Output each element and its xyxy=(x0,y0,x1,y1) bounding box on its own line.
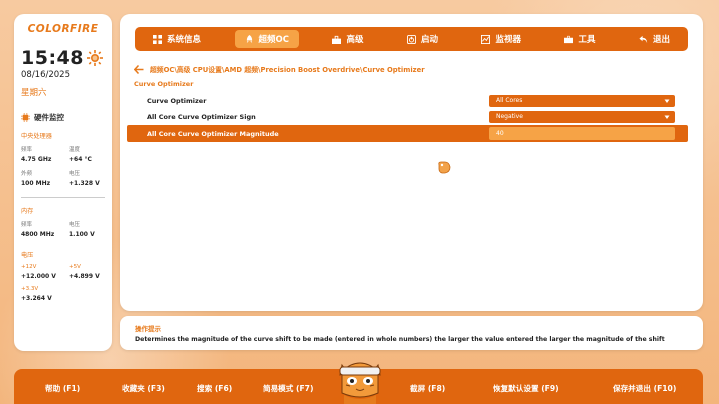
breadcrumb: 超频OC\高级 CPU设置\AMD 超频\Precision Boost Ove… xyxy=(134,64,425,74)
load-defaults-key[interactable]: 恢复默认设置 (F9) xyxy=(493,383,559,394)
v12-value: +12.000 V xyxy=(21,273,56,280)
mem-freq-value: 4800 MHz xyxy=(21,231,55,238)
cpu-temp-label: 温度 xyxy=(69,147,81,153)
cpu-volt-value: +1.328 V xyxy=(69,180,100,187)
cpu-temp-value: +64 °C xyxy=(69,156,92,163)
v12-label: +12V xyxy=(21,264,37,270)
top-navigation: 系统信息 超频OC 高级 启动 监视器 工具 退出 xyxy=(135,27,688,51)
divider xyxy=(21,197,105,198)
voltage-stats: +12V +12.000 V +5V +4.899 V +3.3V +3.264 V xyxy=(21,264,105,302)
brand-logo: COLORFIRE xyxy=(27,23,99,35)
tab-exit[interactable]: 退出 xyxy=(629,30,680,48)
cpu-section-title: 中央处理器 xyxy=(21,133,52,140)
help-text: Determines the magnitude of the curve sh… xyxy=(135,336,665,343)
memory-stats: 频率 4800 MHz 电压 1.100 V xyxy=(21,220,105,238)
curve-optimizer-dropdown[interactable]: All Cores xyxy=(489,94,675,107)
help-key[interactable]: 帮助 (F1) xyxy=(45,383,80,394)
hardware-monitor-title: 硬件监控 xyxy=(34,113,64,122)
briefcase-icon xyxy=(564,35,574,43)
input-value: 40 xyxy=(496,130,504,137)
tab-label: 退出 xyxy=(652,35,670,45)
cpu-freq-label: 频率 xyxy=(21,147,33,153)
cpu-bclk-label: 外频 xyxy=(21,171,33,177)
setting-row-sign[interactable]: All Core Curve Optimizer Sign Negative xyxy=(127,109,688,124)
v5-label: +5V xyxy=(69,264,81,270)
setting-row-magnitude[interactable]: All Core Curve Optimizer Magnitude 40 xyxy=(127,125,688,142)
tab-label: 启动 xyxy=(420,35,438,45)
tab-monitor[interactable]: 监视器 xyxy=(471,30,531,48)
cpu-stats: 频率 4.75 GHz 温度 +64 °C 外频 100 MHz 电压 +1.328 V xyxy=(21,145,105,187)
screenshot-key[interactable]: 截屏 (F8) xyxy=(410,383,445,394)
sign-dropdown[interactable]: Negative xyxy=(489,110,675,123)
mem-freq-label: 频率 xyxy=(21,222,33,228)
toolbox-icon xyxy=(332,35,342,44)
magnitude-input[interactable]: 40 xyxy=(489,127,675,140)
tab-tools[interactable]: 工具 xyxy=(554,30,605,48)
setting-row-curve-optimizer[interactable]: Curve Optimizer All Cores xyxy=(127,93,688,108)
help-title: 操作提示 xyxy=(135,325,161,333)
grid-icon xyxy=(153,34,162,44)
v33-value: +3.264 V xyxy=(21,295,52,302)
rocket-icon xyxy=(246,34,252,43)
tab-label: 工具 xyxy=(578,35,596,45)
caret-down-icon xyxy=(664,99,670,103)
tab-label: 系统信息 xyxy=(167,35,202,45)
return-icon xyxy=(639,35,648,43)
setting-label: All Core Curve Optimizer Sign xyxy=(147,112,256,121)
tiger-mascot-icon xyxy=(330,362,390,404)
clock-weekday: 星期六 xyxy=(21,88,47,98)
back-arrow-icon[interactable] xyxy=(134,64,144,74)
dropdown-value: All Cores xyxy=(496,97,523,104)
v33-label: +3.3V xyxy=(21,286,39,292)
help-panel: 操作提示 Determines the magnitude of the cur… xyxy=(120,316,703,350)
easy-mode-key[interactable]: 简易模式 (F7) xyxy=(263,383,313,394)
clock-time: 15:48 xyxy=(21,47,84,69)
memory-section-title: 内存 xyxy=(21,208,34,215)
cpu-volt-label: 电压 xyxy=(69,171,81,177)
breadcrumb-path: 超频OC\高级 CPU设置\AMD 超频\Precision Boost Ove… xyxy=(150,66,425,74)
sun-icon xyxy=(86,50,103,66)
dropdown-value: Negative xyxy=(496,113,523,120)
tab-oc[interactable]: 超频OC xyxy=(234,30,299,48)
tab-label: 高级 xyxy=(346,35,364,45)
chart-icon xyxy=(481,34,491,44)
caret-down-icon xyxy=(664,115,670,119)
group-title: Curve Optimizer xyxy=(134,80,194,88)
cpu-bclk-value: 100 MHz xyxy=(21,180,51,187)
status-sidebar: COLORFIRE 15:48 08/16/2025 星期六 硬件监控 中央处理… xyxy=(14,14,112,351)
power-icon xyxy=(406,34,416,44)
pointer-cursor-icon xyxy=(438,161,451,174)
tab-advanced[interactable]: 高级 xyxy=(322,30,373,48)
clock-date: 08/16/2025 xyxy=(21,70,70,80)
tab-system-info[interactable]: 系统信息 xyxy=(143,30,211,48)
tab-label: 超频OC xyxy=(258,35,289,45)
save-exit-key[interactable]: 保存并退出 (F10) xyxy=(613,383,676,394)
setting-label: All Core Curve Optimizer Magnitude xyxy=(147,129,279,138)
main-panel: 超频OC\高级 CPU设置\AMD 超频\Precision Boost Ove… xyxy=(120,14,703,311)
v5-value: +4.899 V xyxy=(69,273,100,280)
tab-boot[interactable]: 启动 xyxy=(397,30,448,48)
chip-icon xyxy=(21,113,30,122)
favorites-key[interactable]: 收藏夹 (F3) xyxy=(122,383,165,394)
voltage-section-title: 电压 xyxy=(21,252,34,259)
cpu-freq-value: 4.75 GHz xyxy=(21,156,52,163)
setting-label: Curve Optimizer xyxy=(147,96,207,105)
mem-volt-value: 1.100 V xyxy=(69,231,95,238)
mem-volt-label: 电压 xyxy=(69,222,81,228)
tab-label: 监视器 xyxy=(495,35,521,45)
search-key[interactable]: 搜索 (F6) xyxy=(197,383,232,394)
